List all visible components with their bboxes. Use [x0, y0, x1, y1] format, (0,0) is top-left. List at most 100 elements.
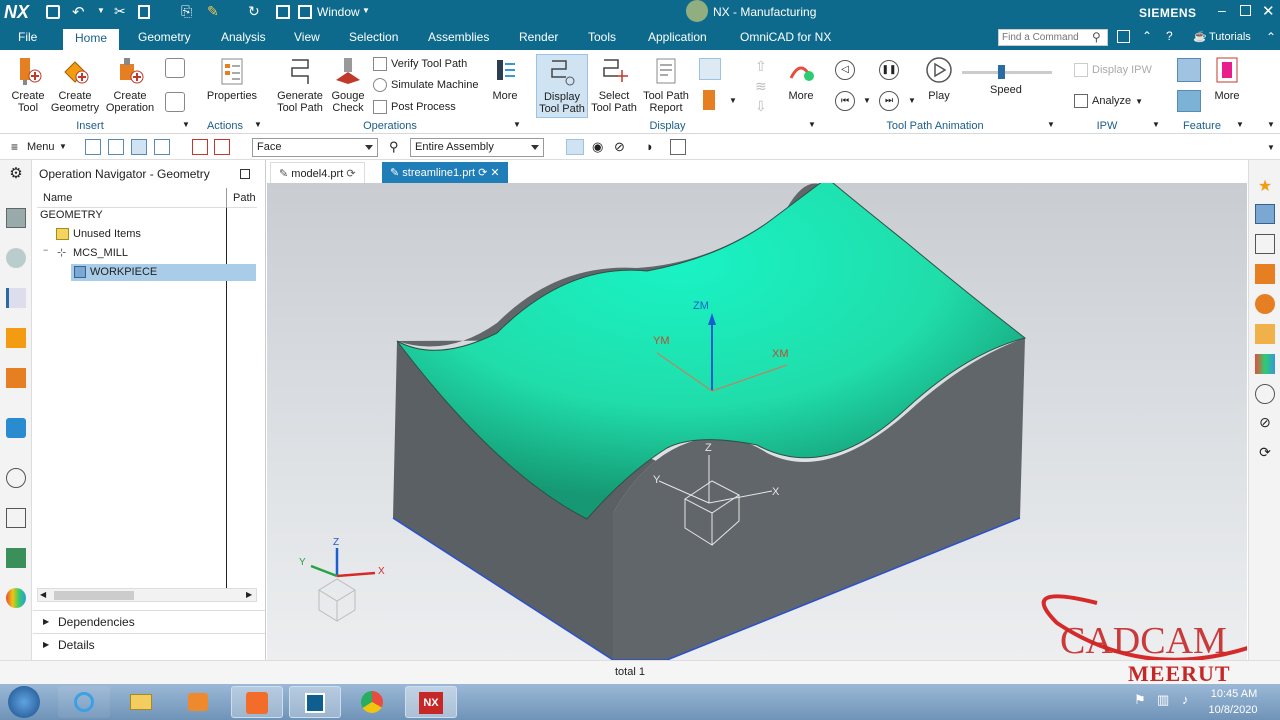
- ribbon-collapse-icon[interactable]: ⌃: [1266, 30, 1276, 44]
- horizontal-scrollbar[interactable]: ◀ ▶: [37, 588, 257, 602]
- save-icon[interactable]: [46, 5, 60, 19]
- forward-icon[interactable]: ⏭: [879, 91, 899, 111]
- volume-icon[interactable]: ♪: [1182, 692, 1189, 707]
- tab-render[interactable]: Render: [519, 30, 558, 44]
- paint-icon[interactable]: ✎: [207, 3, 219, 20]
- menu-button[interactable]: Menu: [27, 141, 55, 153]
- clock-date[interactable]: 10/8/2020: [1207, 704, 1259, 716]
- taskbar-nx[interactable]: NX: [405, 686, 457, 718]
- graphics-viewport[interactable]: ZM XM YM Z X Y Z X Y CADCAM: [267, 183, 1247, 660]
- doc-tab-model4[interactable]: ✎ model4.prt ⟳: [270, 162, 365, 184]
- create-tool-button[interactable]: Create Tool: [6, 56, 50, 114]
- actions-group-dropdown-icon[interactable]: ▼: [254, 120, 262, 129]
- start-button[interactable]: [8, 686, 40, 718]
- eye-icon[interactable]: ◉: [592, 139, 603, 155]
- maximize-panel-icon[interactable]: [240, 169, 250, 179]
- taskbar-ie[interactable]: [58, 686, 110, 718]
- undo-icon[interactable]: ↶: [72, 3, 85, 21]
- insert-extra2-icon[interactable]: [165, 92, 185, 112]
- taskbar-window[interactable]: [289, 686, 341, 718]
- operation-navigator-icon[interactable]: [6, 288, 26, 308]
- tree-item-mcs-mill[interactable]: MCS_MILL: [73, 247, 128, 259]
- hide-show-icon[interactable]: ⊘: [1255, 414, 1275, 434]
- forward-dropdown-icon[interactable]: ▼: [908, 96, 916, 105]
- assembly-navigator-icon[interactable]: [6, 248, 26, 268]
- selection-filter-icon-3[interactable]: [131, 139, 147, 155]
- view-cube-icon[interactable]: [1255, 204, 1275, 224]
- clock-time[interactable]: 10:45 AM: [1209, 688, 1259, 700]
- shade-icon[interactable]: ◗: [646, 139, 654, 154]
- roles-icon[interactable]: [6, 588, 26, 608]
- scroll-thumb[interactable]: [54, 591, 134, 600]
- simulate-machine-button[interactable]: Simulate Machine: [373, 78, 478, 92]
- display-dropdown-icon[interactable]: ▼: [729, 96, 737, 105]
- snap-icon-1[interactable]: [192, 139, 208, 155]
- undo-dropdown-icon[interactable]: ▼: [97, 6, 105, 15]
- display-tool-path-button[interactable]: Display Tool Path: [536, 54, 588, 118]
- generate-tool-path-button[interactable]: Generate Tool Path: [272, 56, 328, 114]
- fit-icon[interactable]: [1255, 234, 1275, 254]
- toolbar-overflow-icon[interactable]: ▼: [1267, 143, 1275, 152]
- copy-icon[interactable]: [138, 5, 150, 19]
- selection-filter-icon-4[interactable]: [154, 139, 170, 155]
- taskbar-recorder[interactable]: [231, 686, 283, 718]
- column-path-header[interactable]: Path: [233, 192, 256, 204]
- tab-omnicad[interactable]: OmniCAD for NX: [740, 30, 831, 44]
- analyze-button[interactable]: Analyze ▼: [1074, 94, 1143, 108]
- show-icon[interactable]: [566, 139, 584, 155]
- dependencies-section[interactable]: ▶ Dependencies: [33, 610, 265, 632]
- doc-tab-model4-sync-icon[interactable]: ⟳: [346, 168, 355, 180]
- web-browser-icon[interactable]: [6, 418, 26, 438]
- column-divider[interactable]: [226, 188, 227, 208]
- tab-selection[interactable]: Selection: [349, 30, 398, 44]
- repeat-icon[interactable]: ↻: [248, 3, 260, 20]
- speed-slider-thumb[interactable]: [998, 65, 1005, 79]
- tab-home[interactable]: Home: [63, 29, 120, 50]
- network-icon[interactable]: ▥: [1157, 692, 1169, 708]
- doc-tab-streamline1[interactable]: ✎ streamline1.prt ⟳ ✕: [382, 162, 508, 184]
- operations-group-dropdown-icon[interactable]: ▼: [513, 120, 521, 129]
- taskbar-media[interactable]: [172, 686, 224, 718]
- snap-icon-2[interactable]: [214, 139, 230, 155]
- scope-select[interactable]: Entire Assembly: [410, 138, 544, 157]
- system-materials-icon[interactable]: [6, 508, 26, 528]
- collapse-ribbon-icon[interactable]: ⌃: [1142, 29, 1152, 43]
- taskbar-explorer[interactable]: [115, 686, 167, 718]
- menu-hamburger-icon[interactable]: ≡: [11, 140, 18, 154]
- close-icon[interactable]: ✕: [1262, 2, 1275, 20]
- fit-view-icon[interactable]: [670, 139, 686, 155]
- scroll-right-icon[interactable]: ▶: [246, 590, 252, 599]
- shaded-edges-icon[interactable]: [1255, 264, 1275, 284]
- expand-details-icon[interactable]: ▶: [43, 640, 49, 649]
- fullscreen-icon[interactable]: [1117, 30, 1130, 43]
- verify-tool-path-button[interactable]: Verify Tool Path: [373, 57, 467, 71]
- tree-item-workpiece[interactable]: WORKPIECE: [90, 266, 157, 278]
- tool-display-icon[interactable]: [703, 90, 715, 110]
- layers-icon[interactable]: ≋: [755, 78, 767, 95]
- ribbon-overflow-icon[interactable]: ▼: [1267, 120, 1275, 129]
- history-icon[interactable]: [6, 468, 26, 488]
- menu-dropdown-icon[interactable]: ▼: [59, 142, 67, 151]
- tab-tools[interactable]: Tools: [588, 30, 616, 44]
- flag-icon[interactable]: ⚑: [1134, 692, 1146, 708]
- switch-window-icon[interactable]: [276, 5, 290, 19]
- machine-tool-icon[interactable]: [6, 328, 26, 348]
- display-options-icon[interactable]: [699, 58, 721, 80]
- window-dropdown-icon[interactable]: ▼: [362, 6, 370, 15]
- orient-icon[interactable]: [1255, 324, 1275, 344]
- select-tool-path-button[interactable]: Select Tool Path: [588, 56, 640, 114]
- taskbar-chrome[interactable]: [346, 686, 398, 718]
- tab-geometry[interactable]: Geometry: [138, 30, 191, 44]
- create-operation-button[interactable]: Create Operation: [102, 56, 158, 114]
- tree-item-geometry[interactable]: GEOMETRY: [40, 209, 103, 221]
- hide-icon[interactable]: ⊘: [614, 139, 625, 155]
- tab-assemblies[interactable]: Assemblies: [428, 30, 489, 44]
- feature-group-dropdown-icon[interactable]: ▼: [1236, 120, 1244, 129]
- display-group-dropdown-icon[interactable]: ▼: [808, 120, 816, 129]
- up-arrow-icon[interactable]: ⇧: [755, 58, 767, 75]
- cut-icon[interactable]: ✂: [114, 3, 126, 20]
- part-navigator-icon[interactable]: [6, 208, 26, 228]
- properties-button[interactable]: Properties: [202, 56, 262, 102]
- color-icon[interactable]: [1255, 354, 1275, 374]
- tab-application[interactable]: Application: [648, 30, 707, 44]
